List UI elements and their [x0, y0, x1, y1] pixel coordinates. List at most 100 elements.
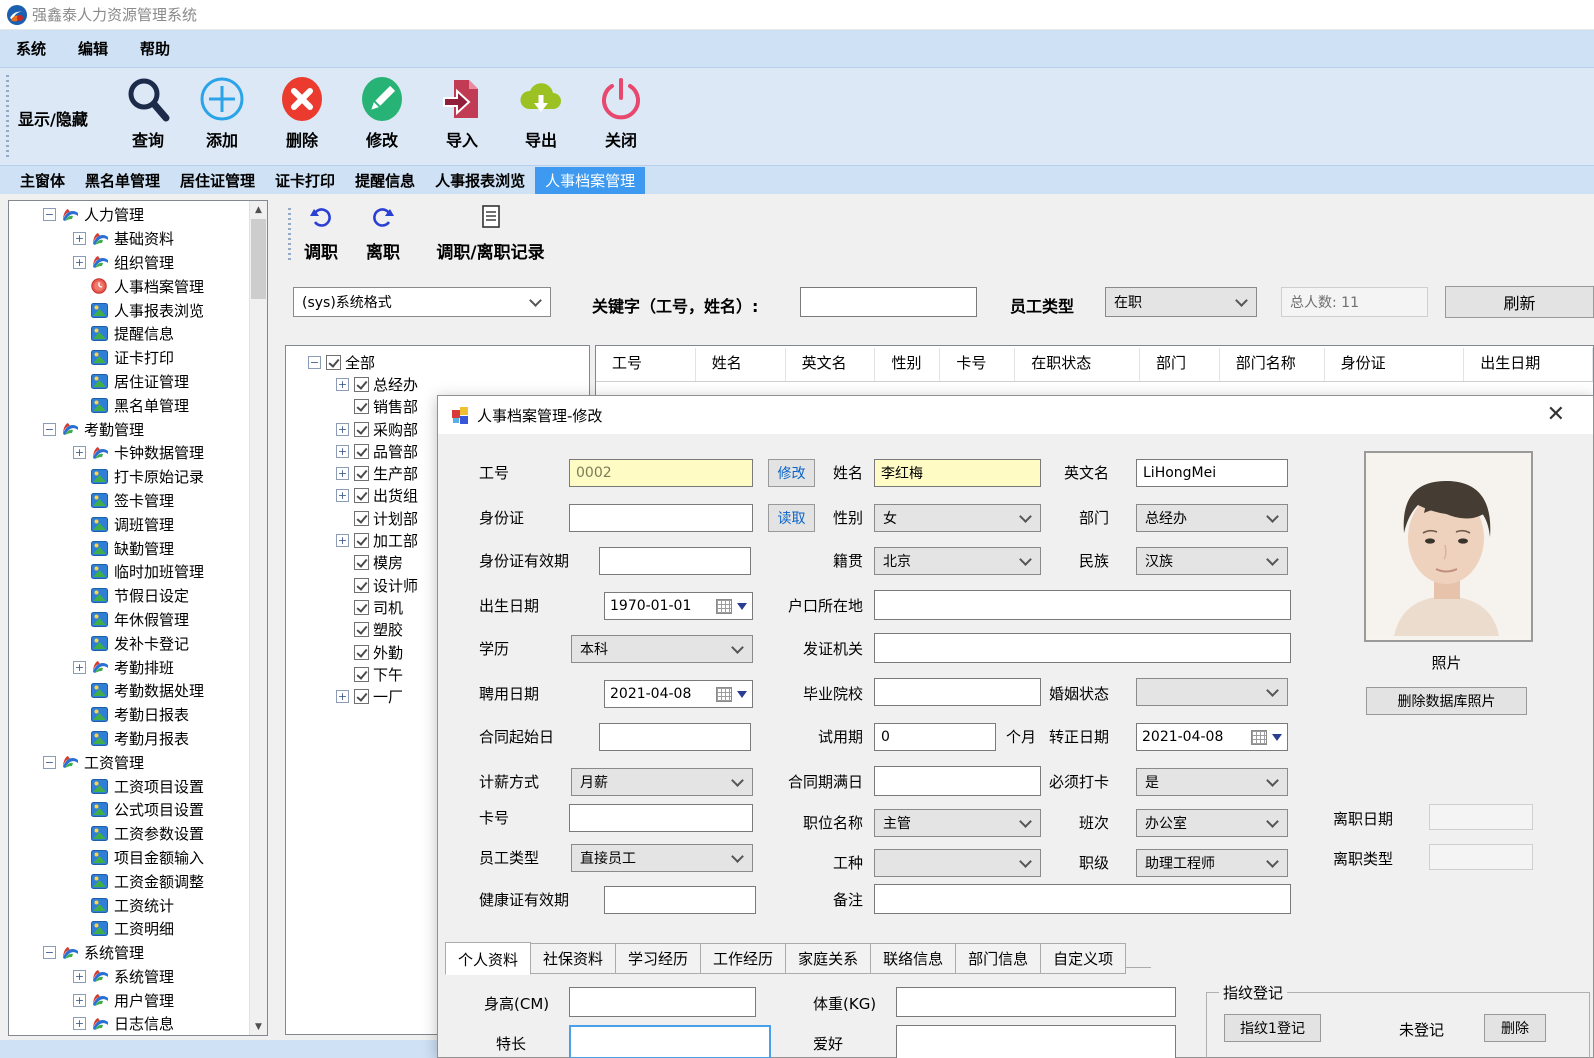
tab-family[interactable]: 家庭关系 [786, 943, 871, 974]
dept-tree-item[interactable]: −全部 [286, 351, 589, 373]
shift-select[interactable]: 办公室 [1136, 809, 1288, 837]
health-valid-field[interactable] [604, 886, 756, 914]
nav-tree-item[interactable]: 考勤日报表 [9, 703, 250, 727]
nav-tree-item[interactable]: 节假日设定 [9, 584, 250, 608]
nav-tree-item[interactable]: +考勤排班 [9, 655, 250, 679]
menu-system[interactable]: 系统 [0, 32, 62, 65]
nav-tree-item[interactable]: 人事档案管理 [9, 274, 250, 298]
column-header[interactable]: 卡号 [940, 348, 1015, 381]
expand-icon[interactable]: + [73, 256, 86, 269]
query-button[interactable]: 查询 [117, 73, 179, 159]
column-header[interactable]: 部门名称 [1220, 348, 1325, 381]
dept-select[interactable]: 总经办 [1136, 504, 1288, 532]
nav-tree-item[interactable]: −工资管理 [9, 750, 250, 774]
en-name-field[interactable]: LiHongMei [1136, 459, 1288, 487]
must-punch-select[interactable]: 是 [1136, 768, 1288, 796]
column-header[interactable]: 在职状态 [1015, 348, 1140, 381]
nav-tree-item[interactable]: 黑名单管理 [9, 393, 250, 417]
nav-tree-item[interactable]: 考勤月报表 [9, 727, 250, 751]
checked-checkbox-icon[interactable] [354, 422, 369, 437]
expand-icon[interactable]: + [73, 1017, 86, 1030]
expand-icon[interactable]: + [336, 378, 349, 391]
nav-tree-item[interactable]: 工资金额调整 [9, 869, 250, 893]
column-header[interactable]: 英文名 [786, 348, 876, 381]
hire-datepicker[interactable]: 2021-04-08 [604, 680, 753, 708]
checked-checkbox-icon[interactable] [354, 578, 369, 593]
position-select[interactable]: 主管 [874, 809, 1041, 837]
emp-no-field[interactable]: 0002 [569, 459, 753, 487]
expand-icon[interactable]: + [73, 661, 86, 674]
column-header[interactable]: 身份证 [1325, 348, 1465, 381]
ethnic-select[interactable]: 汉族 [1136, 547, 1288, 575]
residence-field[interactable] [874, 590, 1291, 620]
export-button[interactable]: 导出 [510, 73, 572, 159]
scroll-down-icon[interactable]: ▼ [250, 1018, 267, 1035]
work-type-select[interactable] [874, 849, 1041, 877]
card-no-field[interactable] [569, 804, 753, 832]
nav-tree-item[interactable]: 调班管理 [9, 512, 250, 536]
expand-icon[interactable]: + [336, 534, 349, 547]
marital-select[interactable] [1136, 678, 1288, 706]
checked-checkbox-icon[interactable] [354, 645, 369, 660]
modify-button[interactable]: 修改 [351, 73, 413, 159]
tab-hr-report[interactable]: 人事报表浏览 [425, 167, 535, 194]
tab-card-print[interactable]: 证卡打印 [265, 167, 345, 194]
delete-photo-button[interactable]: 删除数据库照片 [1366, 687, 1527, 715]
id-valid-field[interactable] [599, 547, 751, 575]
nav-scrollbar[interactable]: ▲ ▼ [249, 201, 267, 1035]
tab-hr-archive[interactable]: 人事档案管理 [535, 167, 645, 194]
column-header[interactable]: 工号 [596, 348, 696, 381]
education-select[interactable]: 本科 [571, 635, 753, 663]
dept-tree-item[interactable]: +总经办 [286, 373, 589, 395]
tab-main-window[interactable]: 主窗体 [10, 167, 75, 194]
tab-work-history[interactable]: 工作经历 [701, 943, 786, 974]
checked-checkbox-icon[interactable] [354, 622, 369, 637]
checked-checkbox-icon[interactable] [354, 488, 369, 503]
nav-tree-item[interactable]: 发补卡登记 [9, 631, 250, 655]
height-field[interactable] [569, 987, 756, 1017]
nav-tree-item[interactable]: 工资明细 [9, 917, 250, 941]
collapse-icon[interactable]: − [308, 356, 321, 369]
tab-contact[interactable]: 联络信息 [871, 943, 956, 974]
weight-field[interactable] [896, 987, 1176, 1017]
nav-tree-item[interactable]: +卡钟数据管理 [9, 441, 250, 465]
import-button[interactable]: 导入 [431, 73, 493, 159]
tab-reminder[interactable]: 提醒信息 [345, 167, 425, 194]
probation-field[interactable]: 0 [874, 723, 996, 751]
expand-icon[interactable]: + [336, 445, 349, 458]
show-hide-toggle[interactable]: 显示/隐藏 [18, 106, 88, 130]
checked-checkbox-icon[interactable] [326, 355, 341, 370]
school-field[interactable] [874, 678, 1041, 706]
birth-datepicker[interactable]: 1970-01-01 [604, 592, 753, 620]
emp-type-select-dlg[interactable]: 直接员工 [571, 844, 753, 872]
specialty-field[interactable] [569, 1025, 771, 1058]
menu-edit[interactable]: 编辑 [62, 32, 124, 65]
nav-tree-item[interactable]: 工资参数设置 [9, 822, 250, 846]
column-header[interactable]: 部门 [1140, 348, 1220, 381]
collapse-icon[interactable]: − [43, 208, 56, 221]
checked-checkbox-icon[interactable] [354, 689, 369, 704]
expand-icon[interactable]: + [336, 690, 349, 703]
regular-datepicker[interactable]: 2021-04-08 [1136, 723, 1288, 751]
nav-tree-item[interactable]: 缺勤管理 [9, 536, 250, 560]
nav-tree-item[interactable]: 工资统计 [9, 893, 250, 917]
checked-checkbox-icon[interactable] [354, 444, 369, 459]
fingerprint-delete-button[interactable]: 删除 [1484, 1014, 1546, 1042]
collapse-icon[interactable]: − [43, 756, 56, 769]
hobby-field[interactable] [896, 1025, 1176, 1058]
format-select[interactable]: (sys)系统格式 [293, 287, 551, 317]
expand-icon[interactable]: + [73, 970, 86, 983]
nav-tree-item[interactable]: 考勤数据处理 [9, 679, 250, 703]
scrollbar-thumb[interactable] [251, 219, 266, 299]
tab-residence-permit[interactable]: 居住证管理 [170, 167, 265, 194]
nav-tree-item[interactable]: 工资项目设置 [9, 774, 250, 798]
tab-personal-info[interactable]: 个人资料 [445, 942, 531, 975]
nav-tree-item[interactable]: −人力管理 [9, 203, 250, 227]
checked-checkbox-icon[interactable] [354, 399, 369, 414]
add-button[interactable]: 添加 [191, 73, 253, 159]
nav-tree-item[interactable]: 公式项目设置 [9, 798, 250, 822]
column-header[interactable]: 姓名 [696, 348, 786, 381]
remark-field[interactable] [874, 884, 1291, 914]
expand-icon[interactable]: + [336, 423, 349, 436]
nav-tree-item[interactable]: 居住证管理 [9, 370, 250, 394]
